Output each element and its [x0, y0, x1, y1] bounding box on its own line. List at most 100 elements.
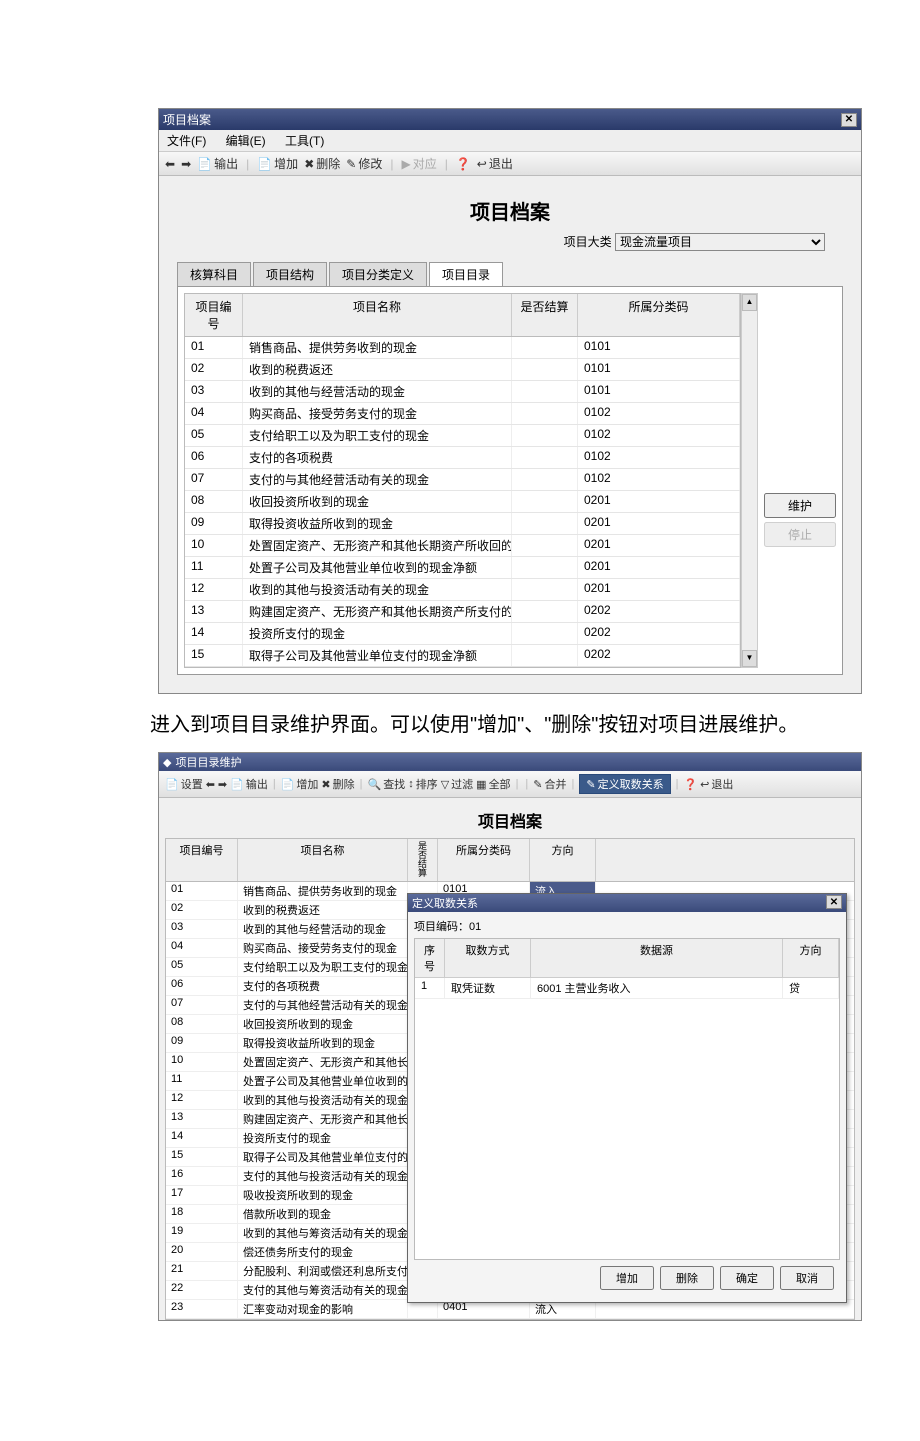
dialog-row[interactable]: 1取凭证数6001 主营业务收入贷 [415, 978, 839, 999]
table-row[interactable]: 06支付的各项税费0102 [185, 447, 740, 469]
cell-settle [512, 623, 578, 644]
modify-button[interactable]: ✎修改 [346, 155, 382, 172]
nav-prev-2[interactable]: ⬅ [206, 778, 215, 791]
cell-id: 03 [166, 920, 238, 938]
table-row[interactable]: 10处置固定资产、无形资产和其他长期资产所收回的现0201 [185, 535, 740, 557]
cell-code: 0102 [578, 403, 740, 424]
scroll-up-icon[interactable]: ▲ [742, 294, 757, 311]
table-row[interactable]: 08收回投资所收到的现金0201 [185, 491, 740, 513]
table-row[interactable]: 11处置子公司及其他营业单位收到的现金净额0201 [185, 557, 740, 579]
cell-name: 购建固定资产、无形资产和其他长期资产所 [238, 1110, 408, 1128]
table-row[interactable]: 02收到的税费返还0101 [185, 359, 740, 381]
cell-id: 02 [185, 359, 243, 380]
merge-button[interactable]: ✎合并 [533, 776, 566, 792]
cell-id: 02 [166, 901, 238, 919]
maintain-button[interactable]: 维护 [764, 493, 836, 518]
tab-account[interactable]: 核算科目 [177, 262, 251, 286]
cell-settle [512, 535, 578, 556]
all-button[interactable]: ▦全部 [476, 776, 510, 792]
titlebar: 项目档案 ✕ [159, 109, 861, 130]
cell-settle [512, 601, 578, 622]
cell-id: 19 [166, 1224, 238, 1242]
cell-id: 14 [185, 623, 243, 644]
cell-id: 22 [166, 1281, 238, 1299]
table-row[interactable]: 01销售商品、提供劳务收到的现金0101 [185, 337, 740, 359]
table-row[interactable]: 12收到的其他与投资活动有关的现金0201 [185, 579, 740, 601]
cell-id: 15 [166, 1148, 238, 1166]
table-row[interactable]: 04购买商品、接受劳务支付的现金0102 [185, 403, 740, 425]
cell-id: 07 [166, 996, 238, 1014]
table-row[interactable]: 07支付的与其他经营活动有关的现金0102 [185, 469, 740, 491]
tab-classdef[interactable]: 项目分类定义 [329, 262, 427, 286]
sort-button[interactable]: ↕排序 [408, 776, 438, 792]
cell-code: 0101 [578, 359, 740, 380]
cell-id: 17 [166, 1186, 238, 1204]
cell-name: 销售商品、提供劳务收到的现金 [243, 337, 512, 358]
dialog-add-button[interactable]: 增加 [600, 1266, 654, 1290]
nav-next-button[interactable]: ➡ [181, 157, 191, 171]
cell-name: 处置子公司及其他营业单位收到的现金净额 [243, 557, 512, 578]
dialog-titlebar: 定义取数关系 ✕ [408, 894, 846, 912]
cell-code: 0202 [578, 645, 740, 666]
dialog-table: 序号 取数方式 数据源 方向 1取凭证数6001 主营业务收入贷 [414, 938, 840, 1260]
nav-next-2[interactable]: ➡ [218, 778, 227, 791]
table-row[interactable]: 15取得子公司及其他营业单位支付的现金净额0202 [185, 645, 740, 667]
add-button[interactable]: 📄增加 [257, 155, 298, 172]
scroll-down-icon[interactable]: ▼ [742, 650, 757, 667]
data-table: 项目编号 项目名称 是否结算 所属分类码 01销售商品、提供劳务收到的现金010… [184, 293, 741, 668]
cell-id: 21 [166, 1262, 238, 1280]
delete-button-2[interactable]: ✖删除 [321, 776, 354, 792]
define-relation-button[interactable]: ✎定义取数关系 [579, 774, 670, 794]
close-icon[interactable]: ✕ [841, 113, 857, 127]
help-icon-2[interactable]: ❓ [683, 778, 697, 791]
menu-file[interactable]: 文件(F) [167, 134, 206, 148]
tab-structure[interactable]: 项目结构 [253, 262, 327, 286]
cell-settle [512, 513, 578, 534]
table-row[interactable]: 14投资所支付的现金0202 [185, 623, 740, 645]
cell-settle [512, 381, 578, 402]
cell-id: 10 [185, 535, 243, 556]
tab-catalog[interactable]: 项目目录 [429, 262, 503, 287]
nav-prev-button[interactable]: ⬅ [165, 157, 175, 171]
cell-id: 05 [185, 425, 243, 446]
menu-edit[interactable]: 编辑(E) [226, 134, 266, 148]
setup-button[interactable]: 📄设置 [165, 776, 203, 792]
table-row[interactable]: 03收到的其他与经营活动的现金0101 [185, 381, 740, 403]
col2-code: 所属分类码 [438, 839, 530, 881]
find-button[interactable]: 🔍查找 [367, 776, 405, 792]
table-row[interactable]: 05支付给职工以及为职工支付的现金0102 [185, 425, 740, 447]
cell-name: 支付给职工以及为职工支付的现金 [238, 958, 408, 976]
exit-button[interactable]: ↩退出 [477, 155, 513, 172]
dcell-dir: 贷 [783, 978, 839, 998]
table-row[interactable]: 09取得投资收益所收到的现金0201 [185, 513, 740, 535]
cell-name: 处置子公司及其他营业单位收到的现金净额 [238, 1072, 408, 1090]
apply-button: ▶对应 [401, 155, 436, 172]
exit-button-2[interactable]: ↩退出 [700, 776, 733, 792]
page-title: 项目档案 [169, 196, 851, 225]
dialog-close-icon[interactable]: ✕ [826, 895, 842, 909]
category-select[interactable]: 现金流量项目 [615, 233, 825, 251]
cell-name: 收到的税费返还 [238, 901, 408, 919]
output-button[interactable]: 📄输出 [197, 155, 238, 172]
dialog-cancel-button[interactable]: 取消 [780, 1266, 834, 1290]
cell-id: 06 [166, 977, 238, 995]
menu-tool[interactable]: 工具(T) [285, 134, 324, 148]
cell-code: 0102 [578, 425, 740, 446]
add-button-2[interactable]: 📄增加 [281, 776, 319, 792]
cell-name: 投资所支付的现金 [238, 1129, 408, 1147]
cell-id: 09 [185, 513, 243, 534]
cell-id: 13 [166, 1110, 238, 1128]
help-icon[interactable]: ❓ [456, 157, 471, 171]
filter-button[interactable]: ▽过滤 [441, 776, 473, 792]
dialog-delete-button[interactable]: 删除 [660, 1266, 714, 1290]
scrollbar[interactable]: ▲ ▼ [741, 293, 758, 668]
dialog-ok-button[interactable]: 确定 [720, 1266, 774, 1290]
cell-name: 收回投资所收到的现金 [243, 491, 512, 512]
table-row[interactable]: 13购建固定资产、无形资产和其他长期资产所支付的现0202 [185, 601, 740, 623]
cell-name: 收到的其他与经营活动的现金 [238, 920, 408, 938]
window-catalog-maintain: ◆ 项目目录维护 📄设置 ⬅ ➡ 📄输出 | 📄增加 ✖删除 | 🔍查找 ↕排序… [158, 752, 862, 1321]
cell-name: 支付的其他与筹资活动有关的现金 [238, 1281, 408, 1299]
delete-button[interactable]: ✖删除 [304, 155, 340, 172]
output-button-2[interactable]: 📄输出 [230, 776, 268, 792]
cell-name: 投资所支付的现金 [243, 623, 512, 644]
